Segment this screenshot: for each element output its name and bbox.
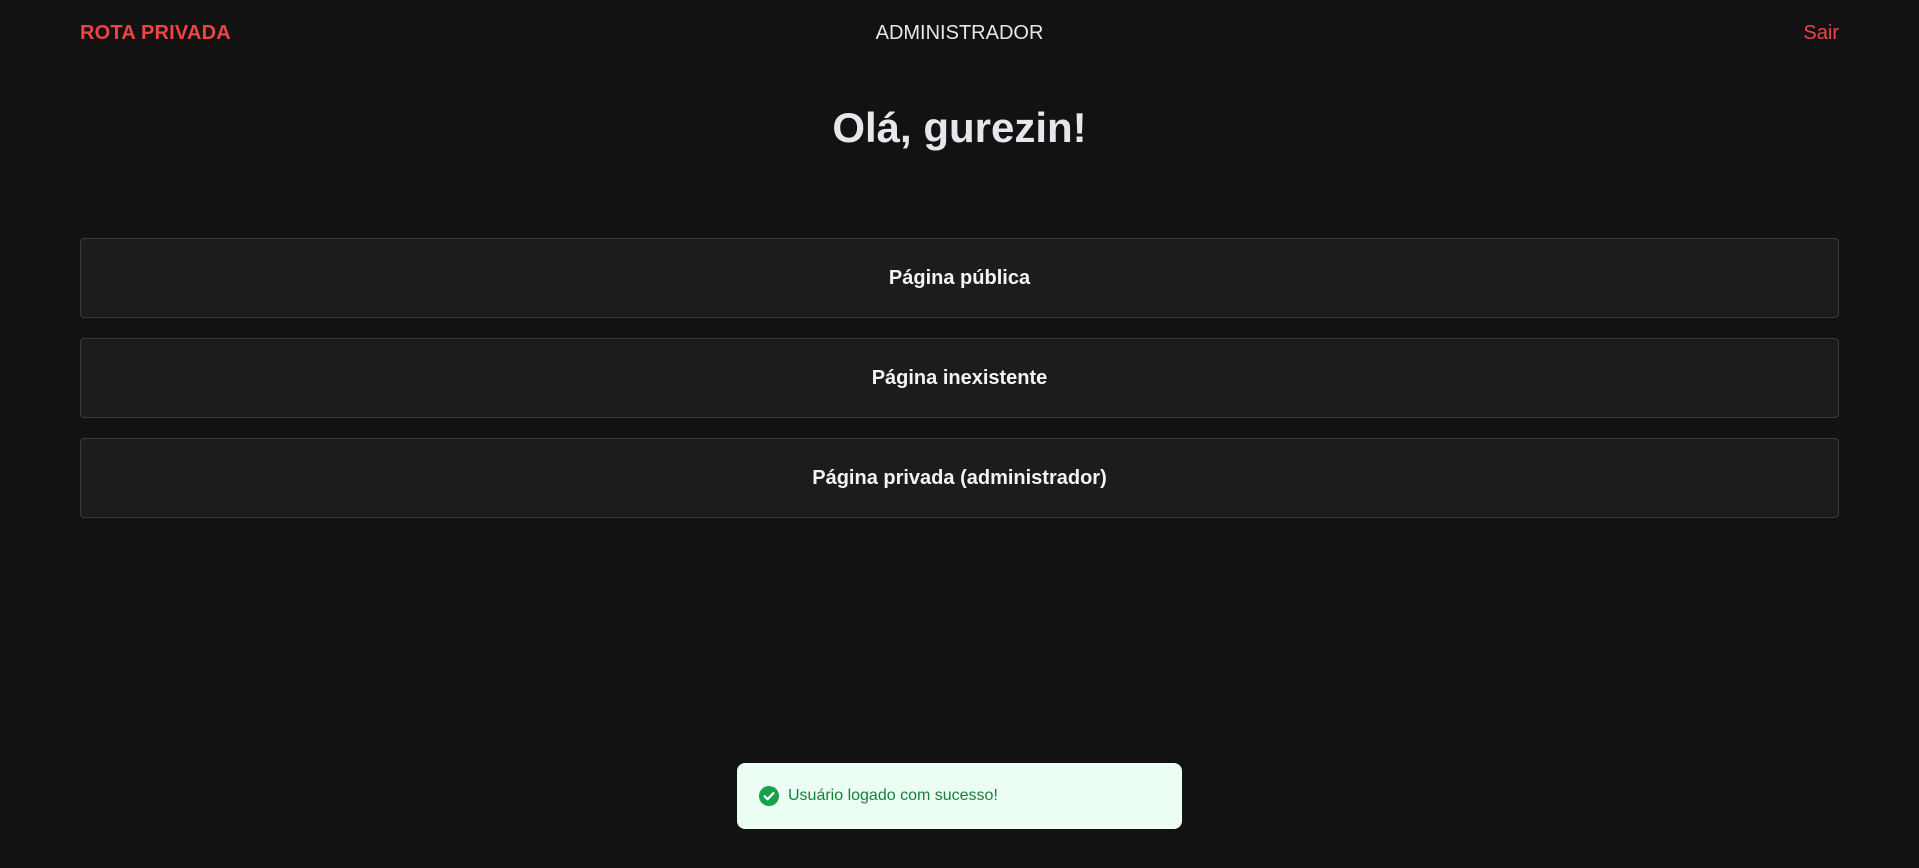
private-admin-page-button[interactable]: Página privada (administrador) — [80, 438, 1839, 518]
user-role-label: ADMINISTRADOR — [875, 21, 1044, 44]
app-root: ROTA PRIVADA ADMINISTRADOR Sair Olá, gur… — [0, 0, 1919, 868]
page-title: Olá, gurezin! — [832, 104, 1087, 151]
logout-link[interactable]: Sair — [1803, 22, 1839, 45]
nonexistent-page-button[interactable]: Página inexistente — [80, 338, 1839, 418]
top-navbar: ROTA PRIVADA ADMINISTRADOR Sair — [80, 18, 1839, 48]
success-toast[interactable]: Usuário logado com sucesso! — [737, 763, 1182, 829]
toast-message: Usuário logado com sucesso! — [788, 787, 998, 804]
check-circle-icon — [759, 786, 779, 806]
brand-link[interactable]: ROTA PRIVADA — [80, 22, 231, 45]
page-links-list: Página pública Página inexistente Página… — [80, 238, 1839, 518]
public-page-button[interactable]: Página pública — [80, 238, 1839, 318]
